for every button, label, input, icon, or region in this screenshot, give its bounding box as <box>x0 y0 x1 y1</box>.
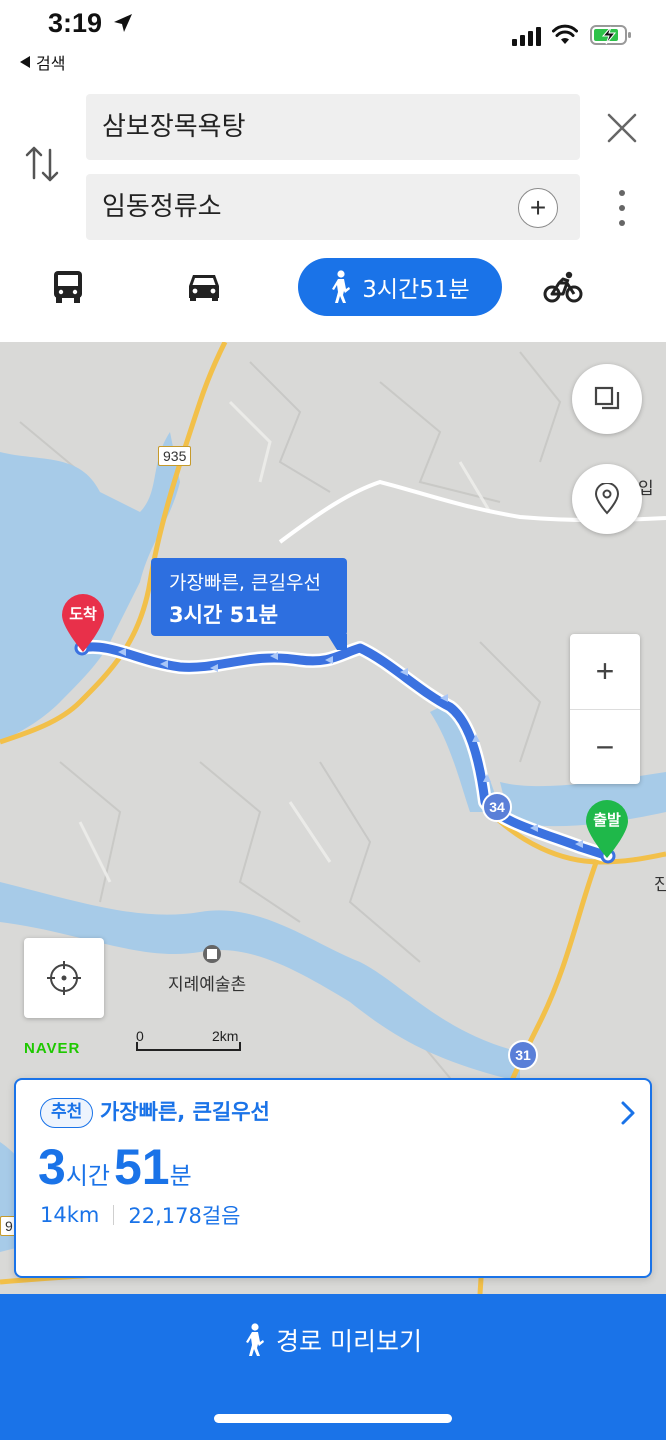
road-badge-31: 31 <box>508 1040 538 1070</box>
route-preview-button[interactable]: 경로 미리보기 <box>0 1308 666 1372</box>
duration-hours-unit: 시간 <box>65 1162 110 1190</box>
road-badge-935: 935 <box>158 446 192 466</box>
tab-walk[interactable]: 3시간51분 <box>298 258 502 316</box>
map-layers-button[interactable] <box>572 364 642 434</box>
crosshair-icon <box>47 961 81 995</box>
zoom-controls: + − <box>570 634 640 784</box>
place-label-jirye: 지례예술촌 <box>168 975 247 995</box>
layers-icon <box>594 386 620 410</box>
origin-text: 삼보장목욕탕 <box>102 112 246 142</box>
tab-transit[interactable] <box>46 258 90 316</box>
route-search-header: 삼보장목욕탕 임동정류소 + 3시간51분 <box>0 80 666 342</box>
current-location-button[interactable] <box>24 938 104 1018</box>
tab-car[interactable] <box>182 258 226 316</box>
arrival-pin-label: 도착 <box>69 605 97 623</box>
zoom-out-button[interactable]: − <box>570 710 640 785</box>
route-stats: 14km 22,178걸음 <box>40 1200 240 1230</box>
recommended-badge: 추천 <box>40 1098 94 1128</box>
home-indicator[interactable] <box>214 1414 452 1423</box>
chevron-right-icon[interactable] <box>620 1100 636 1126</box>
plus-icon: + <box>595 653 615 689</box>
duration-minutes-unit: 분 <box>169 1162 192 1190</box>
add-waypoint-button[interactable]: + <box>518 188 558 228</box>
destination-field[interactable]: 임동정류소 + <box>86 174 580 240</box>
map-place-button[interactable] <box>572 464 642 534</box>
battery-charging-icon <box>590 25 631 45</box>
location-pin-outline-icon <box>594 483 620 515</box>
arrival-pin[interactable]: 도착 <box>60 594 106 654</box>
bus-icon <box>54 271 82 303</box>
duration-minutes: 51 <box>113 1139 170 1195</box>
callout-route-name: 가장빠른, 큰길우선 <box>169 572 321 594</box>
walking-person-icon <box>332 270 351 303</box>
departure-pin-label: 출발 <box>593 811 621 829</box>
swap-direction-icon[interactable] <box>24 142 60 186</box>
route-duration: 3 시간 51 분 <box>38 1138 196 1196</box>
road-badge-34: 34 <box>482 792 512 822</box>
walking-person-icon <box>246 1323 265 1356</box>
close-icon[interactable] <box>604 110 640 146</box>
transport-mode-tabs: 3시간51분 <box>0 258 666 328</box>
minus-icon: − <box>595 729 615 765</box>
route-callout[interactable]: 가장빠른, 큰길우선 3시간 51분 <box>151 558 347 636</box>
location-arrow-icon <box>114 14 132 32</box>
bottom-action-bar: 경로 미리보기 <box>0 1294 666 1440</box>
back-arrow-icon <box>20 56 30 68</box>
more-options-icon[interactable] <box>614 188 630 228</box>
route-steps: 22,178걸음 <box>128 1204 241 1228</box>
tab-bicycle[interactable] <box>540 258 586 316</box>
walk-duration-label: 3시간51분 <box>362 277 470 303</box>
wifi-icon <box>552 24 578 44</box>
zoom-in-button[interactable]: + <box>570 634 640 709</box>
back-to-search-link[interactable]: 검색 <box>20 50 65 74</box>
edge-label-mid: 진 <box>654 875 666 895</box>
cellular-signal-icon <box>512 26 541 46</box>
car-icon <box>189 275 219 301</box>
route-name: 가장빠른, 큰길우선 <box>100 1100 270 1124</box>
back-link-label: 검색 <box>36 54 66 73</box>
destination-text: 임동정류소 <box>102 192 222 222</box>
callout-duration: 3시간 51분 <box>169 603 279 627</box>
map-scale-bar: 0 2km <box>136 1028 248 1054</box>
scale-line <box>136 1042 241 1051</box>
plus-icon: + <box>529 192 547 223</box>
status-bar: 3:19 검색 <box>0 0 666 80</box>
naver-logo: NAVER <box>24 1040 81 1057</box>
route-preview-label: 경로 미리보기 <box>276 1327 422 1356</box>
stats-divider <box>113 1205 115 1225</box>
bicycle-icon <box>543 271 583 303</box>
status-time: 3:19 <box>48 8 103 38</box>
route-summary-card[interactable]: 추천 가장빠른, 큰길우선 3 시간 51 분 14km 22,178걸음 <box>14 1078 652 1278</box>
duration-hours: 3 <box>38 1139 66 1195</box>
route-distance: 14km <box>40 1203 100 1227</box>
departure-pin[interactable]: 출발 <box>584 800 630 860</box>
callout-tail <box>327 634 347 650</box>
origin-field[interactable]: 삼보장목욕탕 <box>86 94 580 160</box>
